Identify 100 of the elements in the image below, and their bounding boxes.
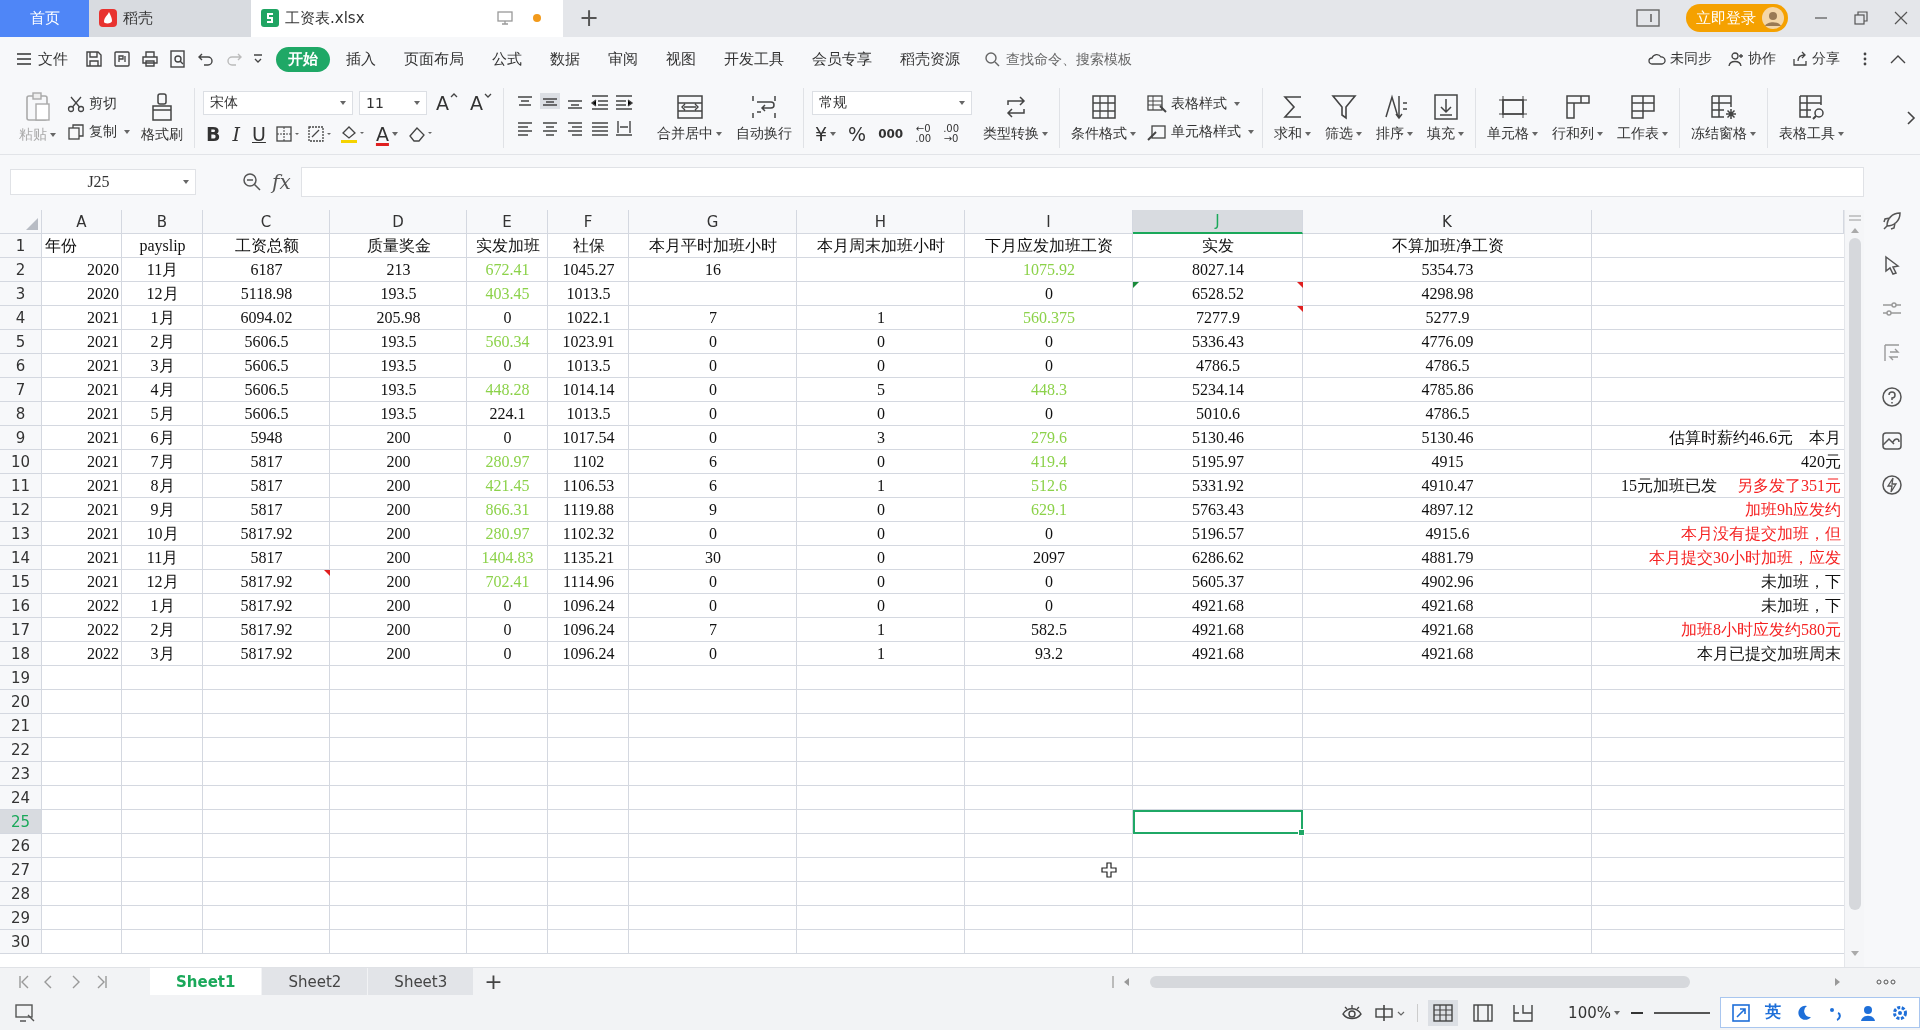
- command-search-field[interactable]: 查找命令、搜索模板: [984, 50, 1168, 69]
- row-header[interactable]: 16: [0, 594, 42, 619]
- row-header[interactable]: 3: [0, 282, 42, 307]
- conditional-format-button[interactable]: 条件格式: [1068, 92, 1139, 143]
- app-tab[interactable]: 稻壳: [89, 0, 251, 37]
- sync-button[interactable]: 未同步: [1648, 50, 1712, 69]
- macro-icon[interactable]: [14, 1002, 36, 1023]
- column-header[interactable]: E: [467, 210, 548, 235]
- rows-columns-button[interactable]: 行和列: [1549, 92, 1606, 143]
- row-header[interactable]: 6: [0, 354, 42, 379]
- image-icon[interactable]: [1881, 430, 1903, 453]
- increase-font-button[interactable]: A: [433, 91, 461, 114]
- cell-button[interactable]: 单元格: [1484, 92, 1541, 143]
- row-header[interactable]: 9: [0, 426, 42, 451]
- column-header[interactable]: H: [797, 210, 965, 235]
- percent-button[interactable]: %: [845, 122, 870, 145]
- column-header[interactable]: G: [629, 210, 797, 235]
- moon-icon[interactable]: [1795, 1003, 1813, 1022]
- split-handle-icon[interactable]: [1847, 214, 1862, 223]
- column-header[interactable]: A: [42, 210, 122, 235]
- filter-button[interactable]: 筛选: [1322, 92, 1365, 143]
- cell-style-button[interactable]: 单元格样式: [1147, 122, 1254, 141]
- ribbon-tab[interactable]: 页面布局: [392, 46, 476, 72]
- row-header[interactable]: 12: [0, 498, 42, 523]
- copy-button[interactable]: 复制: [67, 122, 130, 141]
- ribbon-tab[interactable]: 数据: [538, 46, 592, 72]
- collapse-icon[interactable]: [1890, 54, 1906, 65]
- fill-button[interactable]: 填充: [1424, 92, 1467, 143]
- add-sheet-button[interactable]: +: [484, 969, 503, 995]
- row-header[interactable]: 30: [0, 930, 42, 955]
- row-header[interactable]: 23: [0, 762, 42, 787]
- restore-icon[interactable]: [1854, 11, 1868, 26]
- row-header[interactable]: 19: [0, 666, 42, 691]
- type-convert-button[interactable]: 类型转换: [980, 92, 1051, 143]
- bold-button[interactable]: B: [203, 122, 224, 145]
- sort-button[interactable]: 排序: [1373, 92, 1416, 143]
- ime-toolbar-icon[interactable]: [1731, 1002, 1751, 1023]
- scroll-left-icon[interactable]: [1122, 976, 1130, 987]
- print-icon[interactable]: [140, 49, 160, 70]
- formula-input-field[interactable]: [300, 167, 1864, 198]
- share-button[interactable]: 分享: [1792, 50, 1840, 69]
- help-icon[interactable]: [1881, 386, 1903, 409]
- settings-icon[interactable]: [1891, 1003, 1909, 1022]
- ribbon-tab[interactable]: 会员专享: [800, 46, 884, 72]
- rocket-icon[interactable]: [1881, 210, 1903, 233]
- row-header[interactable]: 26: [0, 834, 42, 859]
- save-icon[interactable]: [84, 49, 104, 70]
- sheet-tab[interactable]: Sheet3: [368, 968, 475, 996]
- ribbon-tab[interactable]: 稻壳资源: [888, 46, 972, 72]
- underline-button[interactable]: U: [249, 122, 269, 145]
- currency-button[interactable]: ¥: [812, 122, 840, 145]
- font-name-dropdown[interactable]: 宋体: [203, 90, 353, 115]
- borders-icon[interactable]: [274, 124, 301, 143]
- file-menu[interactable]: 文件: [16, 49, 68, 69]
- row-header[interactable]: 15: [0, 570, 42, 595]
- fill-handle[interactable]: [1298, 829, 1305, 837]
- name-box[interactable]: J25: [10, 169, 196, 196]
- merge-center-button[interactable]: 合并居中: [654, 92, 725, 143]
- print-preview-icon[interactable]: [168, 49, 188, 70]
- user-icon[interactable]: [1859, 1003, 1877, 1022]
- row-header[interactable]: 28: [0, 882, 42, 907]
- chevron-right-icon[interactable]: [1906, 110, 1916, 125]
- ribbon-tab[interactable]: 开发工具: [712, 46, 796, 72]
- column-header[interactable]: I: [965, 210, 1133, 235]
- row-header[interactable]: 10: [0, 450, 42, 475]
- ribbon-tab[interactable]: 公式: [480, 46, 534, 72]
- increase-decimal-button[interactable]: ←0 .00: [912, 123, 935, 144]
- scroll-right-icon[interactable]: [1834, 976, 1842, 987]
- row-header[interactable]: 11: [0, 474, 42, 499]
- cell-shading-icon[interactable]: [306, 124, 333, 143]
- function-button[interactable]: fx: [272, 170, 291, 195]
- format-painter-button[interactable]: 格式刷: [138, 91, 186, 144]
- ribbon-tab[interactable]: 审阅: [596, 46, 650, 72]
- thousands-button[interactable]: 000: [875, 126, 907, 141]
- ribbon-tab[interactable]: 插入: [334, 46, 388, 72]
- worksheet-button[interactable]: 工作表: [1614, 92, 1671, 143]
- row-header[interactable]: 13: [0, 522, 42, 547]
- close-icon[interactable]: [1894, 11, 1908, 26]
- row-header[interactable]: 7: [0, 378, 42, 403]
- eye-icon[interactable]: [1341, 1003, 1364, 1022]
- row-header[interactable]: 1: [0, 234, 42, 259]
- row-header[interactable]: 8: [0, 402, 42, 427]
- table-style-button[interactable]: 表格样式: [1147, 94, 1254, 113]
- wrap-text-button[interactable]: 自动换行: [733, 92, 795, 143]
- row-header[interactable]: 24: [0, 786, 42, 811]
- row-header[interactable]: 29: [0, 906, 42, 931]
- new-tab-button[interactable]: +: [579, 4, 600, 33]
- zoom-level-dropdown[interactable]: 100%: [1568, 1003, 1620, 1022]
- sheet-tab[interactable]: Sheet2: [262, 968, 369, 996]
- row-header[interactable]: 14: [0, 546, 42, 571]
- row-header[interactable]: 18: [0, 642, 42, 667]
- window-layout-icon[interactable]: [1636, 9, 1660, 28]
- file-tab[interactable]: 工资表.xlsx: [251, 0, 563, 37]
- lightning-icon[interactable]: [1881, 474, 1903, 497]
- row-header[interactable]: 22: [0, 738, 42, 763]
- zoom-search-icon[interactable]: [242, 172, 262, 193]
- column-header[interactable]: C: [203, 210, 330, 235]
- column-header[interactable]: D: [330, 210, 467, 235]
- monitor-icon[interactable]: [497, 11, 513, 26]
- italic-button[interactable]: I: [229, 122, 243, 145]
